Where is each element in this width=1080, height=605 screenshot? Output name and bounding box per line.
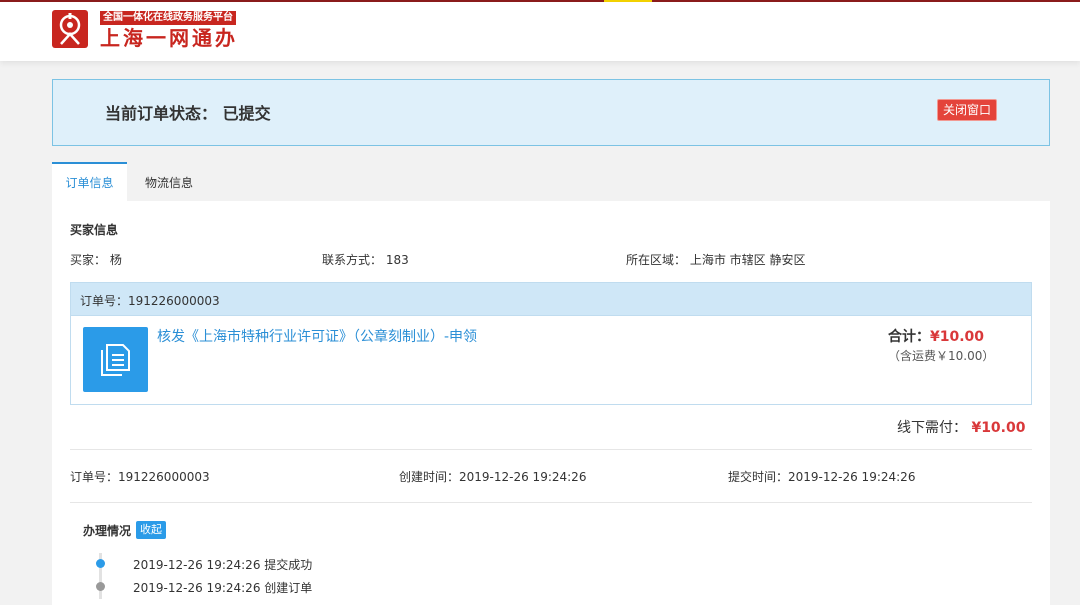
site-title[interactable]: 上海一网通办 (100, 26, 238, 50)
offline-amount: ¥10.00 (971, 420, 1026, 436)
order-item: 核发《上海市特种行业许可证》（公章刻制业）-申领 合计：¥10.00 （含运费￥… (70, 315, 1032, 405)
created-time: 创建时间：2019-12-26 19:24:26 (399, 470, 587, 484)
shanghai-logo-icon[interactable] (52, 10, 88, 48)
offline-payment: 线下需付： ¥10.00 (897, 417, 1025, 437)
site-header: 全国一体化在线政务服务平台 上海一网通办 (0, 2, 1080, 61)
divider (70, 502, 1032, 503)
total-amount: ¥10.00 (930, 329, 985, 345)
buyer-section-title: 买家信息 (70, 223, 119, 237)
order-content: 买家信息 买家： 杨 联系方式： 183 所在区域： 上海市 市辖区 静安区 订… (52, 201, 1050, 605)
platform-tag: 全国一体化在线政务服务平台 (100, 11, 236, 25)
order-status-label: 当前订单状态： 已提交 (105, 104, 271, 123)
item-name-link[interactable]: 核发《上海市特种行业许可证》（公章刻制业）-申领 (157, 326, 477, 346)
close-window-button[interactable]: 关闭窗口 (937, 99, 997, 121)
tab-logistics-info[interactable]: 物流信息 (132, 164, 206, 201)
timeline-dot-active (96, 559, 105, 568)
offline-label: 线下需付： (897, 420, 967, 436)
buyer-name: 买家： 杨 (70, 253, 122, 267)
divider (70, 449, 1032, 450)
meta-order-number: 订单号：191226000003 (70, 470, 210, 484)
total-label: 合计： (888, 329, 930, 345)
tab-order-info[interactable]: 订单信息 (52, 162, 127, 203)
order-number-bar-text: 订单号：191226000003 (80, 294, 220, 308)
timeline-dot (96, 582, 105, 591)
shipping-fee: （含运费￥10.00） (888, 349, 995, 363)
order-number-bar: 订单号：191226000003 (70, 282, 1032, 315)
collapse-button[interactable]: 收起 (136, 521, 166, 539)
progress-title: 办理情况 (83, 524, 132, 538)
buyer-contact: 联系方式： 183 (322, 253, 409, 267)
timeline-entry: 2019-12-26 19:24:26 创建订单 (133, 581, 313, 595)
submitted-time: 提交时间：2019-12-26 19:24:26 (728, 470, 916, 484)
buyer-region: 所在区域： 上海市 市辖区 静安区 (626, 253, 806, 267)
order-status-panel: 当前订单状态： 已提交 关闭窗口 (52, 79, 1050, 146)
order-total: 合计：¥10.00 (888, 326, 984, 346)
document-icon (83, 327, 148, 392)
timeline-entry: 2019-12-26 19:24:26 提交成功 (133, 558, 313, 572)
